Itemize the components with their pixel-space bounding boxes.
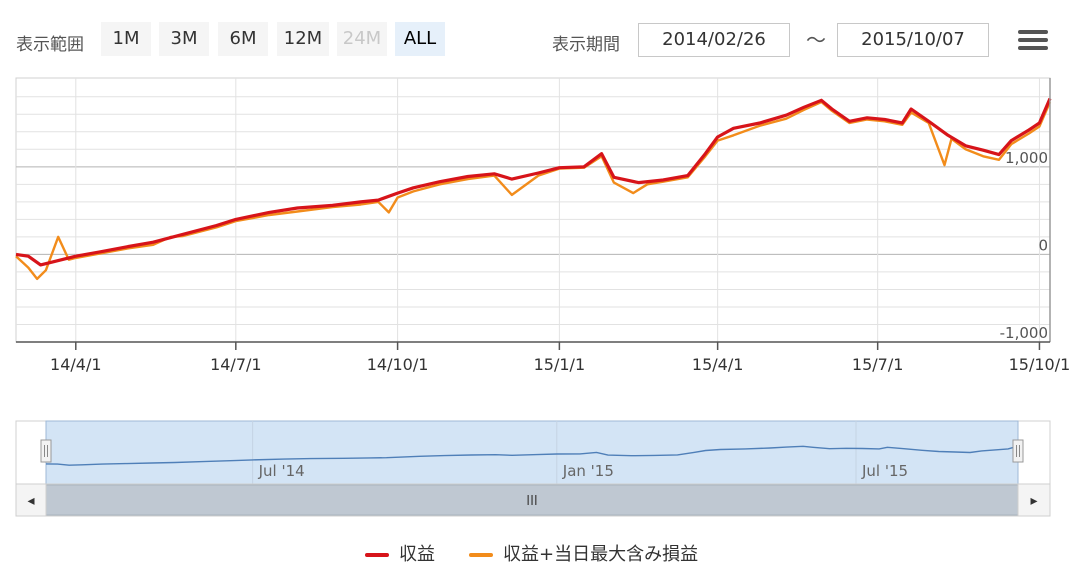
x-tick-label: 15/1/1: [534, 355, 586, 374]
navigator: Jul '14 Jan '15 Jul '15 III ◂ ▸: [15, 420, 1051, 517]
legend-item-revenue[interactable]: 収益: [365, 540, 435, 566]
legend-swatch-revenue: [365, 553, 389, 557]
navigator-label: Jan '15: [562, 462, 614, 480]
x-tick-label: 14/10/1: [367, 355, 429, 374]
y-tick-label: -1,000: [1000, 324, 1048, 342]
y-tick-label: 1,000: [1005, 149, 1048, 167]
scroll-right-arrow-icon: ▸: [1030, 493, 1037, 509]
x-tick-label: 14/7/1: [210, 355, 262, 374]
plot-background: [15, 77, 1051, 343]
chart-grid: [15, 77, 1051, 343]
x-tick-label: 15/7/1: [852, 355, 904, 374]
navigator-label: Jul '14: [258, 462, 305, 480]
chart-area: -1,000 0 1,000 14/4/1 14/7/1 14/10/1 15/1/1 15/…: [15, 77, 1071, 517]
scrollbar-grip: III: [526, 494, 538, 509]
x-tick-label: 15/10/1: [1009, 355, 1071, 374]
x-tick-label: 14/4/1: [50, 355, 102, 374]
y-tick-label: 0: [1038, 236, 1048, 254]
scroll-left-arrow-icon: ◂: [27, 493, 34, 509]
chart-legend: 収益 収益+当日最大含み損益: [0, 536, 1080, 570]
handle-body: [1012, 439, 1024, 463]
handle-body: [40, 439, 52, 463]
navigator-left-handle[interactable]: [40, 439, 52, 463]
legend-swatch-revenue-plus-unrealized: [469, 553, 493, 557]
legend-item-revenue-plus-unrealized[interactable]: 収益+当日最大含み損益: [469, 540, 698, 566]
navigator-label: Jul '15: [861, 462, 908, 480]
x-tick-label: 15/4/1: [692, 355, 744, 374]
navigator-right-handle[interactable]: [1012, 439, 1024, 463]
